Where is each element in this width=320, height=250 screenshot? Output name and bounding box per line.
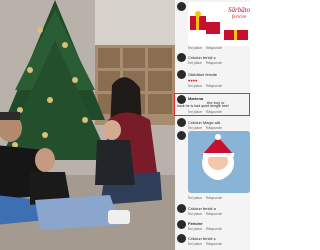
reply-link[interactable]: Răspunde [206, 61, 222, 65]
highlight-box [174, 93, 250, 116]
comment-text: Crăciun fericit a [188, 206, 216, 211]
comment-actions: Îmi place Răspunde [188, 126, 225, 130]
like-link[interactable]: Îmi place [188, 61, 202, 65]
commenter-avatar[interactable] [177, 53, 186, 62]
comment-actions: Îmi place Răspunde [188, 61, 225, 65]
comment-actions: Îmi place Răspunde [188, 227, 225, 231]
reply-link[interactable]: Răspunde [206, 126, 222, 130]
commenter-avatar[interactable] [177, 234, 186, 243]
comment-text: Crăciun Magic ală [188, 120, 221, 125]
like-link[interactable]: Îmi place [188, 46, 202, 50]
santa-gif-image[interactable] [188, 131, 250, 193]
comment-actions: Îmi place Răspunde [188, 242, 225, 246]
banner-line-2: fericire [232, 15, 247, 20]
like-link[interactable]: Îmi place [188, 126, 202, 130]
comment-text: Sărbători fericite [188, 72, 218, 77]
post-photo[interactable] [0, 0, 175, 250]
commenter-avatar[interactable] [177, 204, 186, 213]
reply-link[interactable]: Răspunde [206, 84, 222, 88]
comment-actions: Îmi place Răspunde [188, 196, 225, 200]
commenter-avatar[interactable] [177, 131, 186, 140]
like-link[interactable]: Îmi place [188, 212, 202, 216]
reply-link[interactable]: Răspunde [206, 242, 222, 246]
reply-link[interactable]: Răspunde [206, 227, 222, 231]
comment-actions: Îmi place Răspunde [188, 84, 225, 88]
reply-link[interactable]: Răspunde [206, 46, 222, 50]
comments-panel: Sărbăto fericire Îmi place Răspunde Crăc… [175, 0, 250, 250]
commenter-avatar[interactable] [177, 2, 186, 11]
comment-actions: Îmi place Răspunde [188, 46, 225, 50]
banner-line-1: Sărbăto [228, 6, 250, 14]
like-link[interactable]: Îmi place [188, 227, 202, 231]
like-link[interactable]: Îmi place [188, 84, 202, 88]
comment-text: Crăciun fericit ș [188, 55, 216, 60]
like-link[interactable]: Îmi place [188, 196, 202, 200]
comment-actions: Îmi place Răspunde [188, 212, 225, 216]
reply-link[interactable]: Răspunde [206, 196, 222, 200]
comment-author[interactable]: Fericire [188, 221, 202, 226]
christmas-greeting-image[interactable]: Sărbăto fericire [188, 2, 250, 46]
like-link[interactable]: Îmi place [188, 242, 202, 246]
reply-link[interactable]: Răspunde [206, 212, 222, 216]
commenter-avatar[interactable] [177, 118, 186, 127]
commenter-avatar[interactable] [177, 70, 186, 79]
commenter-avatar[interactable] [177, 220, 186, 229]
comment-hearts: ♥♥♥♥ [188, 78, 198, 83]
comment-text: Crăciun fericit ș [188, 236, 216, 241]
